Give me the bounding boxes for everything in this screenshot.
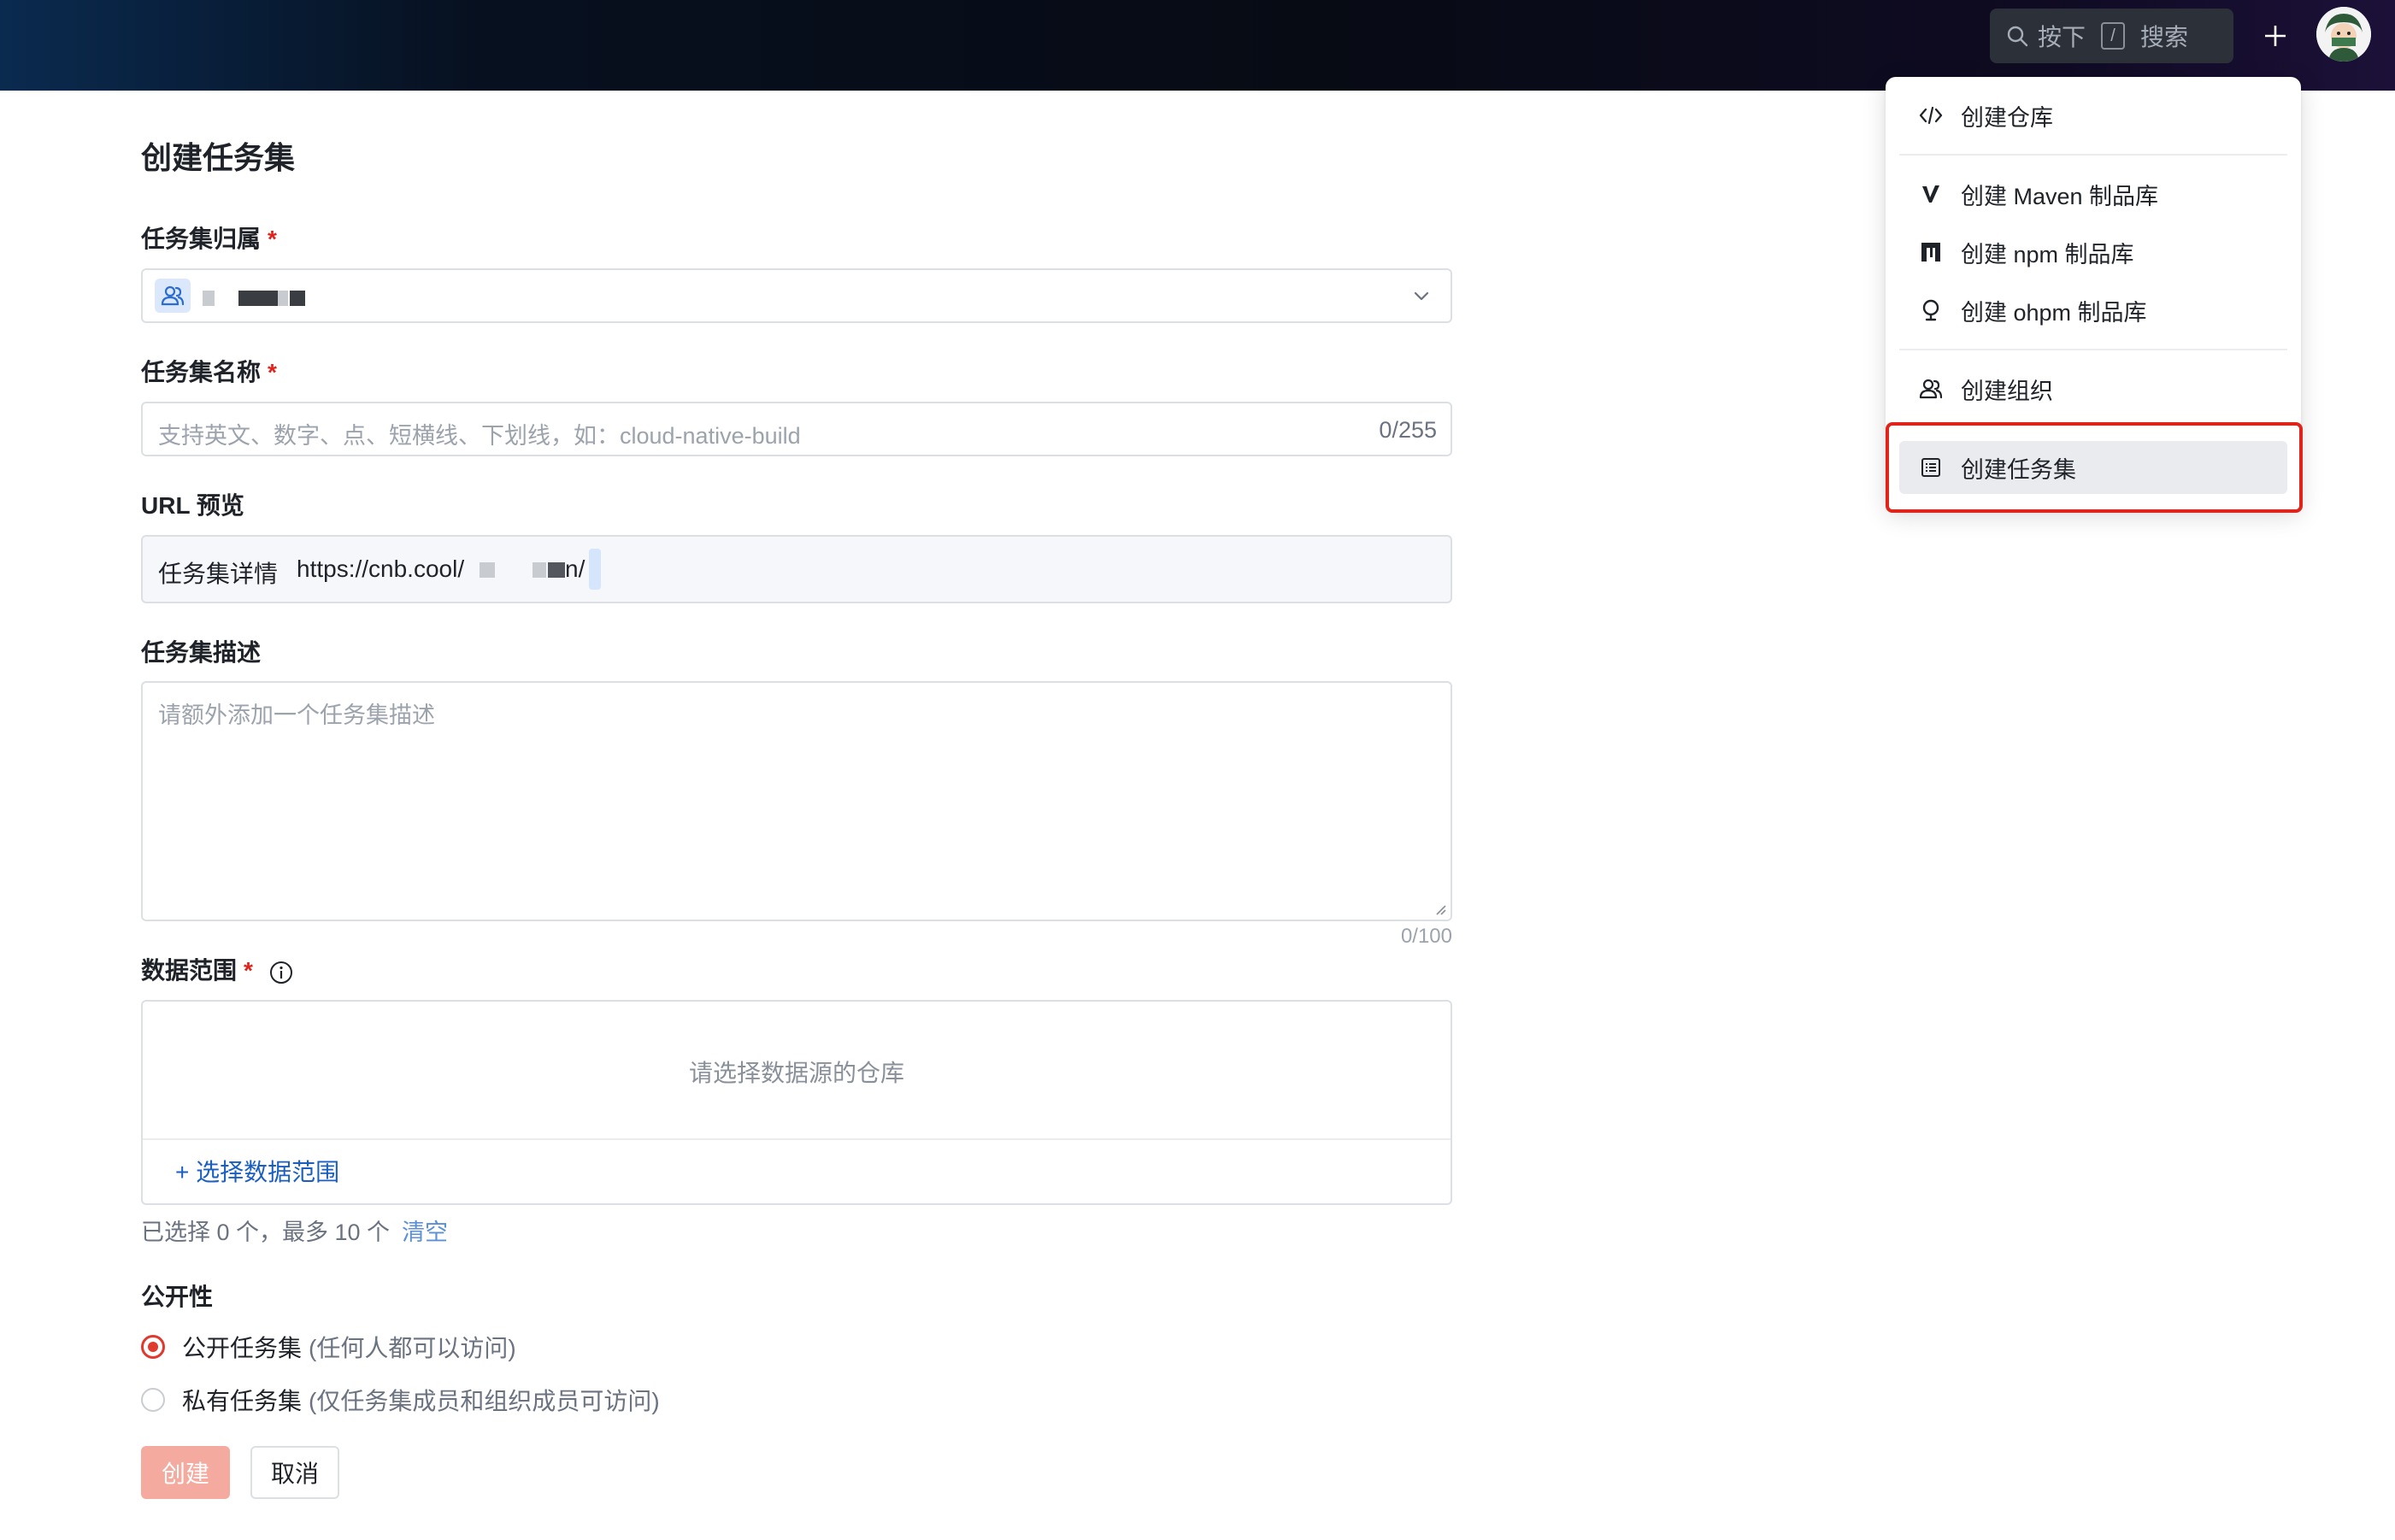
- search-shortcut-key: /: [2101, 22, 2126, 50]
- owner-label-text: 任务集归属: [141, 226, 262, 252]
- redacted-block: [548, 562, 565, 578]
- owner-label: 任务集归属 *: [141, 220, 277, 255]
- menu-item-label: 创建 ohpm 制品库: [1961, 299, 2147, 326]
- range-label-text: 数据范围: [141, 957, 238, 984]
- redacted-block: [238, 291, 278, 306]
- cancel-button[interactable]: 取消: [250, 1446, 339, 1499]
- radio-selected-icon[interactable]: [141, 1335, 165, 1359]
- clear-range-link[interactable]: 清空: [402, 1220, 448, 1245]
- resize-handle-icon[interactable]: [1433, 902, 1447, 916]
- redacted-block: [480, 562, 495, 578]
- select-range-button[interactable]: + 选择数据范围: [175, 1154, 339, 1188]
- organization-icon: [155, 279, 191, 313]
- info-icon[interactable]: [268, 960, 294, 985]
- range-empty-text: 请选择数据源的仓库: [688, 1060, 904, 1086]
- redacted-block: [203, 291, 215, 306]
- redacted-block: [278, 291, 288, 306]
- npm-icon: [1918, 239, 1944, 265]
- user-avatar[interactable]: [2316, 7, 2371, 62]
- menu-item-create-org[interactable]: 创建组织: [1899, 362, 2287, 415]
- chevron-down-icon: [1414, 291, 1429, 301]
- description-placeholder: 请额外添加一个任务集描述: [158, 702, 435, 728]
- search-icon: [2005, 24, 2029, 48]
- visibility-label: 公开性: [141, 1284, 214, 1310]
- menu-item-create-npm[interactable]: 创建 npm 制品库: [1899, 226, 2287, 279]
- menu-item-create-ohpm[interactable]: 创建 ohpm 制品库: [1899, 284, 2287, 337]
- name-label-text: 任务集名称: [141, 359, 262, 385]
- menu-item-create-repo[interactable]: 创建仓库: [1899, 89, 2287, 142]
- page-title: 创建任务集: [141, 140, 296, 175]
- menu-divider: [1899, 154, 2287, 156]
- radio-private-label: 私有任务集: [182, 1388, 303, 1414]
- radio-private-desc: (仅任务集成员和组织成员可访问): [309, 1388, 660, 1414]
- url-value-text: https://cnb.cool/: [297, 555, 465, 582]
- description-char-count: 0/100: [1400, 925, 1452, 948]
- required-mark: *: [268, 226, 277, 252]
- create-button[interactable]: 创建: [141, 1446, 230, 1499]
- ohpm-icon: [1918, 297, 1944, 323]
- maven-icon: [1918, 181, 1944, 207]
- owner-select[interactable]: [141, 268, 1452, 323]
- radio-public[interactable]: 公开任务集 (任何人都可以访问): [141, 1330, 516, 1364]
- menu-item-label: 创建 Maven 制品库: [1961, 183, 2159, 209]
- copy-marker: [589, 549, 601, 590]
- create-plus-button[interactable]: [2257, 15, 2294, 56]
- organization-icon: [1918, 376, 1944, 402]
- required-mark: *: [244, 957, 253, 984]
- plus-icon: [2265, 26, 2286, 46]
- global-search[interactable]: 按下 / 搜索: [1990, 9, 2233, 63]
- range-label: 数据范围 *: [141, 952, 294, 986]
- description-textarea[interactable]: 请额外添加一个任务集描述: [141, 681, 1452, 921]
- radio-unselected-icon[interactable]: [141, 1388, 165, 1412]
- menu-divider: [1899, 349, 2287, 350]
- name-char-count: 0/255: [1379, 417, 1437, 443]
- taskset-name-input[interactable]: 支持英文、数字、点、短横线、下划线，如：cloud-native-build 0…: [141, 402, 1452, 456]
- menu-item-label: 创建组织: [1961, 378, 2053, 404]
- highlight-annotation-box: [1886, 422, 2303, 513]
- menu-item-create-maven[interactable]: 创建 Maven 制品库: [1899, 168, 2287, 220]
- radio-public-label: 公开任务集: [182, 1335, 303, 1361]
- range-hint: 已选择 0 个，最多 10 个清空: [141, 1214, 448, 1247]
- url-preview-label: URL 预览: [141, 492, 244, 519]
- radio-private[interactable]: 私有任务集 (仅任务集成员和组织成员可访问): [141, 1383, 660, 1417]
- redacted-block: [290, 291, 305, 306]
- name-placeholder: 支持英文、数字、点、短横线、下划线，如：cloud-native-build: [158, 423, 801, 449]
- required-mark: *: [268, 359, 277, 385]
- url-preview-box: 任务集详情 https://cnb.cool/ n/: [141, 535, 1452, 603]
- menu-item-label: 创建仓库: [1961, 104, 2053, 131]
- code-icon: [1918, 103, 1944, 128]
- url-value-end: n/: [565, 555, 586, 582]
- redacted-block: [533, 562, 546, 578]
- range-hint-text: 已选择 0 个，最多 10 个: [141, 1220, 391, 1245]
- menu-item-label: 创建 npm 制品库: [1961, 241, 2134, 267]
- search-prefix-text: 按下: [2038, 24, 2086, 50]
- name-label: 任务集名称 *: [141, 354, 277, 388]
- avatar-image: [2316, 7, 2371, 62]
- data-range-box: 请选择数据源的仓库 + 选择数据范围: [141, 1000, 1452, 1205]
- url-key-text: 任务集详情: [158, 561, 279, 587]
- description-label: 任务集描述: [141, 639, 262, 666]
- radio-public-desc: (任何人都可以访问): [309, 1335, 516, 1361]
- search-suffix-text: 搜索: [2140, 24, 2189, 50]
- range-divider: [143, 1138, 1451, 1140]
